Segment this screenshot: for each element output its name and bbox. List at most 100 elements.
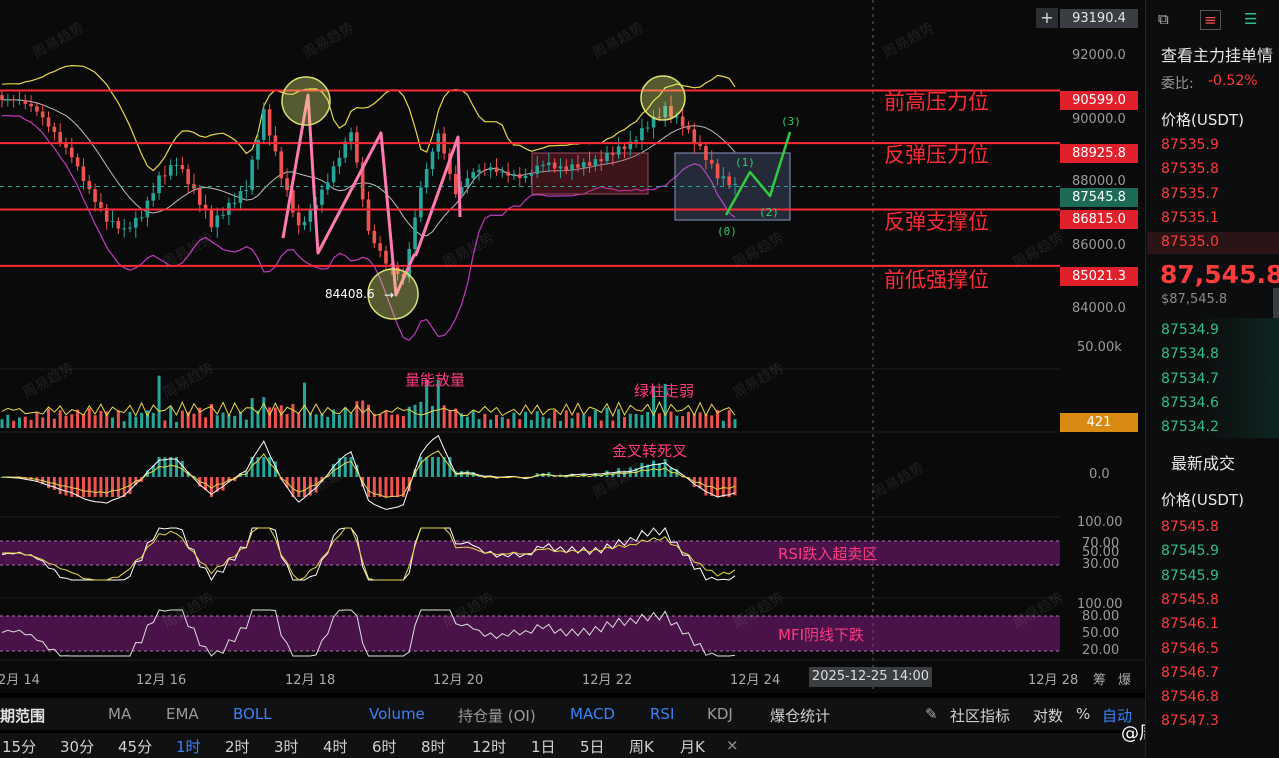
tf-3h[interactable]: 3时 xyxy=(274,736,299,757)
edit-icon[interactable]: ✎ xyxy=(925,705,938,723)
volume-bar xyxy=(611,420,615,428)
trade-row: 87546.1 xyxy=(1161,616,1219,633)
macd-histogram-bar xyxy=(349,457,353,477)
mfi-tick: 50.00 xyxy=(1082,626,1120,641)
macd-histogram-bar xyxy=(384,477,388,497)
indicator-ema[interactable]: EMA xyxy=(166,705,199,723)
candle-body xyxy=(512,174,516,176)
price-tick: 88000.0 xyxy=(1072,174,1126,189)
volume-bar xyxy=(93,415,97,428)
wave-label-3: (3) xyxy=(781,115,801,128)
orderbook-title[interactable]: 查看主力挂单情 xyxy=(1161,42,1273,66)
candle-body xyxy=(378,243,382,251)
candle-body xyxy=(593,159,598,166)
volume-bar xyxy=(681,416,685,428)
tf-45m[interactable]: 45分 xyxy=(118,736,152,757)
chart-area[interactable]: → 周易趋势 周易趋势 周易趋势 周易趋势 周易趋势 周易趋势 周易趋势 周易趋… xyxy=(0,0,1145,693)
trade-row: 87547.3 xyxy=(1161,713,1219,730)
macd-histogram-bar xyxy=(268,457,272,477)
orderbook-panel: ⧉ ≡ ☰ 查看主力挂单情 委比: -0.52% 价格(USDT) 87535.… xyxy=(1145,0,1279,758)
volume-current-tag: 421 xyxy=(1060,413,1138,432)
close-icon[interactable]: × xyxy=(726,736,739,754)
level-tag-prev-low: 85021.3 xyxy=(1060,267,1138,286)
volume-bar xyxy=(337,414,341,428)
ask-row[interactable]: 87535.0 xyxy=(1161,234,1219,250)
candle-body xyxy=(611,152,615,155)
candle-body xyxy=(180,165,185,170)
candle-body xyxy=(564,166,569,170)
tf-4h[interactable]: 4时 xyxy=(323,736,348,757)
bid-row[interactable]: 87534.2 xyxy=(1161,419,1219,435)
indicator-oi[interactable]: 持仓量 (OI) xyxy=(458,705,536,726)
macd-histogram-bar xyxy=(343,457,347,477)
tf-12h[interactable]: 12时 xyxy=(472,736,506,757)
volume-bar xyxy=(686,411,690,428)
ask-row[interactable]: 87535.7 xyxy=(1161,186,1219,202)
tf-week[interactable]: 周K xyxy=(629,736,654,757)
candle-body xyxy=(186,169,190,185)
volume-bar xyxy=(326,416,330,428)
candle-body xyxy=(727,176,731,186)
volume-bar xyxy=(116,410,120,428)
tf-30m[interactable]: 30分 xyxy=(60,736,94,757)
tf-6h[interactable]: 6时 xyxy=(372,736,397,757)
orderbook-view-icon[interactable]: ≡ xyxy=(1200,10,1221,30)
candle-body xyxy=(296,212,301,226)
volume-bar xyxy=(250,398,254,428)
tf-2h[interactable]: 2时 xyxy=(225,736,250,757)
candle-body xyxy=(6,99,10,101)
volume-bar xyxy=(273,407,277,428)
candle-body xyxy=(430,151,435,170)
bid-row[interactable]: 87534.6 xyxy=(1161,395,1219,411)
tf-month[interactable]: 月K xyxy=(680,736,705,757)
indicator-rsi[interactable]: RSI xyxy=(650,705,674,723)
volume-bar xyxy=(361,400,365,428)
tf-5d[interactable]: 5日 xyxy=(580,736,605,757)
indicator-period-range[interactable]: 期范围 xyxy=(0,705,45,726)
candle-body xyxy=(139,217,144,219)
low-arrow-icon: → xyxy=(384,288,394,302)
bid-row[interactable]: 87534.7 xyxy=(1161,371,1219,387)
volume-bar xyxy=(524,411,528,428)
bid-row[interactable]: 87534.8 xyxy=(1161,346,1219,362)
indicator-boll[interactable]: BOLL xyxy=(233,705,272,723)
volume-bar xyxy=(111,417,115,428)
tf-15m[interactable]: 15分 xyxy=(2,736,36,757)
candle-body xyxy=(46,117,51,127)
candle-body xyxy=(680,116,685,127)
volume-bar xyxy=(204,417,208,428)
annotation-rsi: RSI跌入超卖区 xyxy=(778,545,878,563)
candle-body xyxy=(75,157,80,167)
indicator-community[interactable]: 社区指标 xyxy=(950,705,1010,726)
ask-row[interactable]: 87535.8 xyxy=(1161,161,1219,177)
annotation-prev-low: 前低强撑位 xyxy=(884,268,989,292)
liquidation-button[interactable]: 爆 xyxy=(1118,669,1131,688)
indicator-kdj[interactable]: KDJ xyxy=(707,705,733,723)
ask-row[interactable]: 87535.9 xyxy=(1161,137,1219,153)
tf-1d[interactable]: 1日 xyxy=(531,736,556,757)
ask-row[interactable]: 87535.1 xyxy=(1161,210,1219,226)
orderbook-price-header: 价格(USDT) xyxy=(1161,111,1244,129)
indicator-log[interactable]: 对数 xyxy=(1033,705,1063,726)
macd-histogram-bar xyxy=(367,477,370,497)
indicator-percent[interactable]: % xyxy=(1076,705,1090,723)
add-line-button[interactable]: + xyxy=(1036,8,1058,28)
candle-body xyxy=(99,201,103,208)
volume-bar xyxy=(489,419,493,428)
layout-icon[interactable]: ⧉ xyxy=(1158,10,1169,28)
candle-body xyxy=(692,129,697,144)
list-view-icon[interactable]: ☰ xyxy=(1244,10,1257,28)
trade-row: 87545.8 xyxy=(1161,591,1219,608)
indicator-volume[interactable]: Volume xyxy=(369,705,425,723)
tf-1h[interactable]: 1时 xyxy=(176,736,201,757)
bid-row[interactable]: 87534.9 xyxy=(1161,322,1219,338)
candle-body xyxy=(163,175,167,177)
chip-distribution-button[interactable]: 筹 xyxy=(1093,669,1106,688)
tf-8h[interactable]: 8时 xyxy=(421,736,446,757)
indicator-ma[interactable]: MA xyxy=(108,705,131,723)
indicator-macd[interactable]: MACD xyxy=(570,705,615,723)
candle-body xyxy=(622,146,627,150)
indicator-liquidation-stats[interactable]: 爆仓统计 xyxy=(770,705,830,726)
volume-bar xyxy=(12,420,16,428)
volume-bar xyxy=(465,416,469,428)
